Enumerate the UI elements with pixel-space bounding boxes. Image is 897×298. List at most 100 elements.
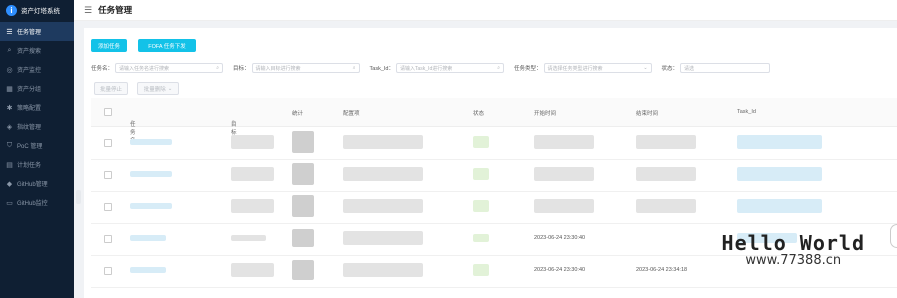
end-time-cell <box>636 199 696 213</box>
config-cell <box>343 135 423 149</box>
watermark: Hello World www.77388.cn <box>722 232 865 268</box>
sidebar-item-label: 资产分组 <box>17 87 42 93</box>
task-id-input[interactable]: 请输入Task_Id进行搜索 ⌕ <box>396 63 504 73</box>
sidebar-item-asset-search[interactable]: ⌕ 资产搜索 <box>0 41 74 60</box>
task-name-label: 任务名： <box>91 66 114 72</box>
row-checkbox[interactable] <box>104 267 112 275</box>
search-icon: ⌕ <box>352 65 356 71</box>
batch-stop-button[interactable]: 批量停止 <box>94 82 128 95</box>
menu-toggle-icon[interactable]: ☰ <box>84 5 92 16</box>
table-header: 任务名 ⇕ 目标 ⇕ 统计 配置项 状态 开始时间 结束时间 Task_Id <box>91 98 897 144</box>
sidebar-item-asset-monitor[interactable]: ◎ 资产监控 <box>0 60 74 79</box>
sidebar-item-label: 任务管理 <box>17 30 42 36</box>
chevron-down-icon: ⌄ <box>643 65 648 71</box>
row-checkbox[interactable] <box>104 171 112 179</box>
config-cell <box>343 199 423 213</box>
col-config: 配置项 <box>343 111 360 117</box>
task-id-cell <box>737 199 822 213</box>
task-name-link[interactable] <box>130 139 172 145</box>
task-id-cell <box>737 167 822 181</box>
status-badge <box>473 168 489 180</box>
fofa-task-button[interactable]: FOFA 任务下发 <box>138 39 196 52</box>
sidebar-item-schedule[interactable]: ▤ 计划任务 <box>0 155 74 174</box>
sidebar-item-policy-config[interactable]: ✱ 策略配置 <box>0 98 74 117</box>
end-time-cell <box>636 167 696 181</box>
col-task-id: Task_Id <box>737 109 756 115</box>
col-start-time: 开始时间 <box>534 111 557 117</box>
start-time-cell <box>534 135 594 149</box>
target-label: 目标： <box>233 66 250 72</box>
start-time-cell: 2023-06-24 23:30:40 <box>534 267 586 273</box>
sidebar-item-label: 计划任务 <box>17 163 42 169</box>
watermark-line2: www.77388.cn <box>745 253 842 268</box>
status-select[interactable]: 请选 <box>680 63 771 73</box>
stats-cell <box>292 195 314 217</box>
logo-icon: i <box>6 4 17 16</box>
fingerprint-icon: ◈ <box>6 123 13 131</box>
side-drawer-handle[interactable] <box>890 224 897 248</box>
target-cell <box>231 167 274 181</box>
start-time-cell <box>534 167 594 181</box>
task-name-link[interactable] <box>130 267 166 273</box>
col-end-time: 结束时间 <box>636 111 659 117</box>
schedule-icon: ▤ <box>6 161 13 169</box>
list-icon: ☰ <box>6 28 13 36</box>
task-name-link[interactable] <box>130 203 172 209</box>
select-all-checkbox[interactable] <box>104 108 112 116</box>
task-name-link[interactable] <box>130 171 172 177</box>
table-row[interactable] <box>91 159 897 192</box>
row-checkbox[interactable] <box>104 203 112 211</box>
start-time-cell: 2023-06-24 23:30:40 <box>534 235 586 241</box>
stats-cell <box>292 163 314 185</box>
status-label: 状态： <box>661 66 679 72</box>
status-badge <box>473 200 489 212</box>
sidebar-collapse-handle[interactable] <box>76 190 81 204</box>
sidebar-item-task-management[interactable]: ☰ 任务管理 <box>0 22 74 41</box>
task-id-label: Task_Id： <box>369 66 394 72</box>
sidebar-menu: ☰ 任务管理 ⌕ 资产搜索 ◎ 资产监控 ▦ 资产分组 ✱ 策略配置 ◈ 指纹管… <box>0 22 74 212</box>
config-cell <box>343 263 423 277</box>
config-cell <box>343 231 423 245</box>
brand-title: 资产灯塔系统 <box>21 8 60 15</box>
sidebar-item-github-monitor[interactable]: ▭ GitHub监控 <box>0 193 74 212</box>
status-badge <box>473 136 489 148</box>
col-status: 状态 <box>473 111 485 117</box>
task-type-select[interactable]: 请选择任务类型进行搜索 ⌄ <box>543 63 652 73</box>
brand[interactable]: i 资产灯塔系统 <box>0 0 74 20</box>
sidebar-item-label: 策略配置 <box>17 106 42 112</box>
task-name-link[interactable] <box>130 235 166 241</box>
sidebar-item-poc[interactable]: ⛉ PoC 管理 <box>0 136 74 155</box>
sidebar-item-fingerprint[interactable]: ◈ 指纹管理 <box>0 117 74 136</box>
search-icon: ⌕ <box>216 65 220 71</box>
stats-cell <box>292 260 314 280</box>
stats-cell <box>292 229 314 247</box>
batch-delete-button[interactable]: 批量删除 ⌄ <box>137 82 179 95</box>
group-icon: ▦ <box>6 85 13 93</box>
table-row[interactable] <box>91 191 897 224</box>
github-icon: ◆ <box>6 180 13 188</box>
target-cell <box>231 135 274 149</box>
search-icon: ⌕ <box>497 65 500 71</box>
sidebar-item-label: 指纹管理 <box>17 125 42 131</box>
target-cell <box>231 263 274 277</box>
page-title: 任务管理 <box>98 5 133 15</box>
target-cell <box>231 199 274 213</box>
sidebar: i 资产灯塔系统 ☰ 任务管理 ⌕ 资产搜索 ◎ 资产监控 ▦ 资产分组 ✱ 策… <box>0 0 74 298</box>
task-name-input[interactable]: 请输入任务名进行搜索 ⌕ <box>115 63 224 73</box>
row-checkbox[interactable] <box>104 139 112 147</box>
gear-icon: ✱ <box>6 104 13 112</box>
target-input[interactable]: 请输入目标进行搜索 ⌕ <box>251 63 360 73</box>
sidebar-item-label: PoC 管理 <box>17 144 43 150</box>
end-time-cell <box>636 135 696 149</box>
task-id-cell <box>737 135 822 149</box>
poc-icon: ⛉ <box>6 141 13 149</box>
sidebar-item-github[interactable]: ◆ GitHub管理 <box>0 174 74 193</box>
stats-cell <box>292 131 314 153</box>
sort-icon: ⇕ <box>231 120 236 126</box>
github-monitor-icon: ▭ <box>6 199 13 207</box>
add-task-button[interactable]: 添加任务 <box>91 39 127 52</box>
row-checkbox[interactable] <box>104 235 112 243</box>
chevron-down-icon: ⌄ <box>167 85 173 92</box>
sidebar-item-asset-group[interactable]: ▦ 资产分组 <box>0 79 74 98</box>
table-row[interactable] <box>91 127 897 160</box>
